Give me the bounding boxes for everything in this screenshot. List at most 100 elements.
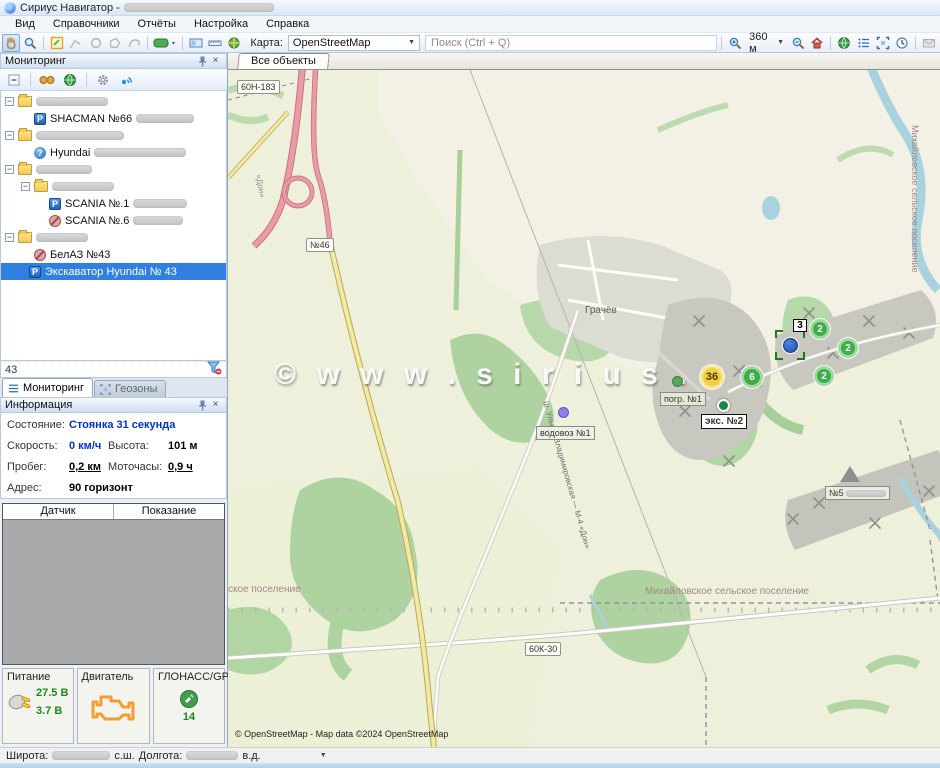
map-area: Все объекты bbox=[228, 53, 940, 747]
select-area-button[interactable] bbox=[48, 34, 66, 52]
menu-directories[interactable]: Справочники bbox=[44, 17, 129, 31]
tree-filter-row: 43 bbox=[0, 361, 227, 378]
tab-geozones[interactable]: Геозоны bbox=[94, 380, 166, 397]
monitoring-toolbar bbox=[0, 69, 227, 91]
tab-monitoring[interactable]: Мониторинг bbox=[2, 378, 93, 397]
menu-view[interactable]: Вид bbox=[6, 17, 44, 31]
map-tab-bar: Все объекты bbox=[228, 53, 940, 70]
show-all-on-map-button[interactable] bbox=[60, 71, 80, 89]
tree-item[interactable]: P SCANIA №.1 bbox=[1, 195, 226, 212]
minimap-button[interactable] bbox=[187, 34, 205, 52]
geodata-button[interactable] bbox=[225, 34, 243, 52]
tree-group[interactable]: − bbox=[1, 93, 226, 110]
excavator-marker[interactable] bbox=[717, 399, 730, 412]
menu-settings[interactable]: Настройка bbox=[185, 17, 257, 31]
cluster-marker-2a[interactable]: 2 bbox=[810, 319, 830, 339]
tree-expander[interactable]: − bbox=[5, 97, 14, 106]
history-button[interactable] bbox=[893, 34, 911, 52]
cluster-marker-36[interactable]: 36 bbox=[700, 365, 724, 389]
pin-icon[interactable] bbox=[196, 399, 209, 412]
tree-item[interactable]: ? Hyundai bbox=[1, 144, 226, 161]
messages-button[interactable] bbox=[920, 34, 938, 52]
mileage-link[interactable]: 0,2 км bbox=[69, 461, 108, 473]
layers-button[interactable] bbox=[152, 34, 178, 52]
status-dropdown-arrow[interactable]: ▼ bbox=[320, 752, 327, 759]
info-panel-title: Информация bbox=[5, 399, 196, 411]
window-title: Сириус Навигатор - bbox=[20, 2, 120, 14]
map-canvas[interactable]: «Дон» © w w w . s i r i u s . s u 60Н-18… bbox=[228, 70, 940, 747]
pin-icon[interactable] bbox=[196, 55, 209, 68]
column-value[interactable]: Показание bbox=[114, 504, 224, 519]
world-map-button[interactable] bbox=[835, 34, 853, 52]
circle-icon bbox=[89, 36, 103, 50]
draw-polygon-button[interactable] bbox=[106, 34, 124, 52]
tree-settings-button[interactable] bbox=[93, 71, 113, 89]
cluster-marker-2b[interactable]: 2 bbox=[838, 338, 858, 358]
redacted-text bbox=[36, 165, 92, 174]
selected-cluster-count[interactable]: 3 bbox=[793, 319, 807, 332]
tree-expander[interactable]: − bbox=[5, 131, 14, 140]
draw-line-button[interactable] bbox=[67, 34, 85, 52]
tree-item[interactable]: P SHACMAN №66 bbox=[1, 110, 226, 127]
cluster-marker-2c[interactable]: 2 bbox=[814, 366, 834, 386]
tree-item[interactable]: SCANIA №.6 bbox=[1, 212, 226, 229]
tree-filter-text[interactable]: 43 bbox=[5, 364, 17, 376]
tree-group[interactable]: − bbox=[1, 161, 226, 178]
find-object-button[interactable] bbox=[37, 71, 57, 89]
tree-item-label: БелАЗ №43 bbox=[50, 249, 110, 261]
gps-gauge-label: ГЛОНАСС/GPS bbox=[158, 671, 220, 683]
tree-group[interactable]: − bbox=[1, 127, 226, 144]
tree-expander[interactable]: − bbox=[5, 233, 14, 242]
tracking-mode-button[interactable] bbox=[116, 71, 136, 89]
draw-route-button[interactable] bbox=[125, 34, 143, 52]
status-bar: Широта: с.ш. Долгота: в.д. ▼ bbox=[0, 747, 940, 763]
pan-tool-button[interactable] bbox=[2, 34, 20, 52]
water-truck-marker[interactable] bbox=[558, 407, 569, 418]
address-label: Адрес: bbox=[7, 482, 69, 494]
map-tab-all-objects[interactable]: Все объекты bbox=[237, 53, 330, 69]
ruler-button[interactable] bbox=[206, 34, 224, 52]
filter-funnel-icon[interactable] bbox=[207, 361, 222, 378]
selected-vehicle-marker[interactable] bbox=[783, 338, 798, 353]
state-value: Стоянка 31 секунда bbox=[69, 419, 220, 431]
tree-expander[interactable]: − bbox=[5, 165, 14, 174]
close-icon[interactable]: × bbox=[209, 55, 222, 68]
draw-circle-button[interactable] bbox=[87, 34, 105, 52]
folder-icon bbox=[18, 130, 32, 141]
search-input[interactable] bbox=[425, 35, 717, 51]
menu-help[interactable]: Справка bbox=[257, 17, 318, 31]
zoom-in-button[interactable] bbox=[726, 34, 744, 52]
sensors-table-header: Датчик Показание bbox=[3, 504, 224, 520]
redacted-text bbox=[36, 131, 124, 140]
engine-hours-link[interactable]: 0,9 ч bbox=[168, 461, 220, 473]
tree-expander[interactable]: − bbox=[21, 182, 30, 191]
zoom-scale-select[interactable]: 360 м ▼ bbox=[745, 31, 788, 55]
tree-group[interactable]: − bbox=[1, 178, 226, 195]
home-view-button[interactable] bbox=[808, 34, 826, 52]
parking-status-icon: P bbox=[49, 198, 61, 210]
map-provider-select[interactable]: OpenStreetMap ▼ bbox=[288, 35, 420, 51]
close-icon[interactable]: × bbox=[209, 399, 222, 412]
cluster-marker-6[interactable]: 6 bbox=[741, 366, 763, 388]
gps-satellite-count: 14 bbox=[183, 711, 195, 723]
no-signal-status-icon bbox=[34, 249, 46, 261]
column-sensor[interactable]: Датчик bbox=[3, 504, 114, 519]
collapse-all-button[interactable] bbox=[4, 71, 24, 89]
magnifier-button[interactable] bbox=[21, 34, 39, 52]
tree-item-selected[interactable]: P Экскаватор Hyundai № 43 bbox=[1, 263, 226, 280]
zoom-out-button[interactable] bbox=[789, 34, 807, 52]
redacted-text bbox=[94, 148, 186, 157]
object-list-button[interactable] bbox=[854, 34, 872, 52]
district-label-right: Михайловское сельское поселение bbox=[910, 125, 920, 273]
redacted-text bbox=[133, 216, 183, 225]
monitoring-panel-header: Мониторинг × bbox=[0, 53, 227, 69]
toolbar-separator bbox=[147, 36, 148, 50]
app-icon bbox=[4, 2, 16, 14]
vehicle-tree: − P SHACMAN №66 − ? Hyundai bbox=[0, 91, 227, 361]
selection-frame-button[interactable] bbox=[874, 34, 892, 52]
gauges-row: Питание 27.5 В 3.7 В Двиг bbox=[0, 665, 227, 747]
tree-item[interactable]: БелАЗ №43 bbox=[1, 246, 226, 263]
menu-reports[interactable]: Отчёты bbox=[129, 17, 185, 31]
loader-marker[interactable] bbox=[672, 376, 683, 387]
tree-group[interactable]: − bbox=[1, 229, 226, 246]
